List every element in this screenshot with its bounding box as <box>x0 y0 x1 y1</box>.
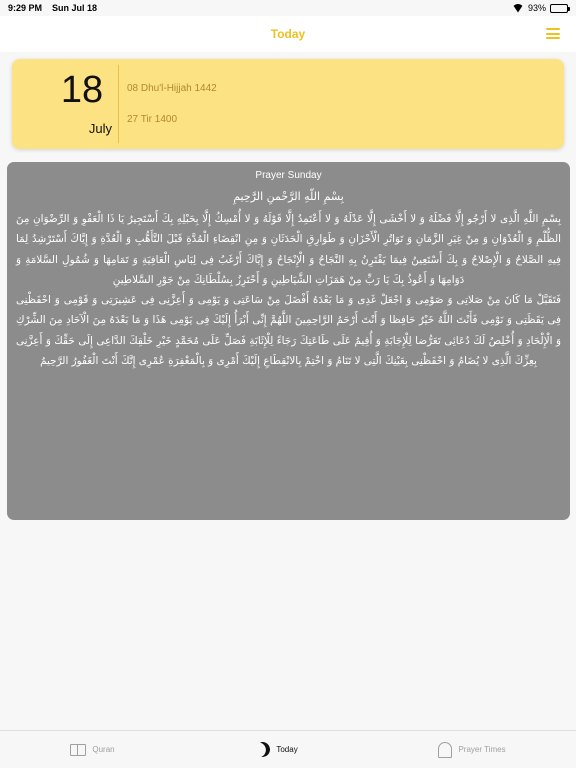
tab-today[interactable]: Today <box>255 742 297 757</box>
tab-prayer-times-label: Prayer Times <box>458 745 506 754</box>
status-time: 9:29 PM <box>8 3 43 13</box>
hijri-date: 08 Dhu'l-Hijjah 1442 <box>127 83 217 94</box>
prayer-card[interactable]: Prayer Sunday بِسْمِ اللّهِ الرَّحْمنِ ا… <box>7 162 570 520</box>
date-divider <box>118 65 119 143</box>
status-date: Sun Jul 18 <box>52 3 98 13</box>
nav-bar: Today <box>0 16 576 52</box>
battery-icon <box>550 3 570 13</box>
tab-bar: Quran Today Prayer Times <box>0 730 576 768</box>
prayer-paragraph-2: فَتَقَبَّلْ مَا كَانَ مِنْ صَلاتِى وَ صَ… <box>16 294 561 368</box>
status-right: 93% <box>512 3 570 13</box>
battery-percent: 93% <box>527 3 546 13</box>
prayer-text: بِسْمِ اللَّهِ الَّذِى لا أَرْجُو إِلَّا… <box>16 209 561 371</box>
wifi-icon <box>512 4 524 13</box>
status-bar: 9:29 PM Sun Jul 18 93% <box>0 0 576 16</box>
tab-quran-label: Quran <box>92 745 115 754</box>
menu-icon[interactable] <box>546 28 560 39</box>
tab-today-label: Today <box>276 745 298 754</box>
mosque-icon <box>438 741 453 758</box>
tab-prayer-times[interactable]: Prayer Times <box>438 741 506 758</box>
tab-quran[interactable]: Quran <box>70 743 115 756</box>
prayer-title: Prayer Sunday <box>255 170 322 181</box>
page-title: Today <box>270 27 306 41</box>
bismillah: بِسْمِ اللّهِ الرَّحْمنِ الرَّحِيمِ <box>233 190 344 203</box>
prayer-paragraph-1: بِسْمِ اللَّهِ الَّذِى لا أَرْجُو إِلَّا… <box>16 213 561 286</box>
date-card: 18 July 08 Dhu'l-Hijjah 1442 27 Tir 1400 <box>12 59 564 149</box>
day-number: 18 <box>60 69 104 111</box>
solar-date: 27 Tir 1400 <box>127 114 178 125</box>
book-icon <box>70 743 87 756</box>
moon-icon <box>253 740 272 759</box>
month-label: July <box>88 121 112 136</box>
